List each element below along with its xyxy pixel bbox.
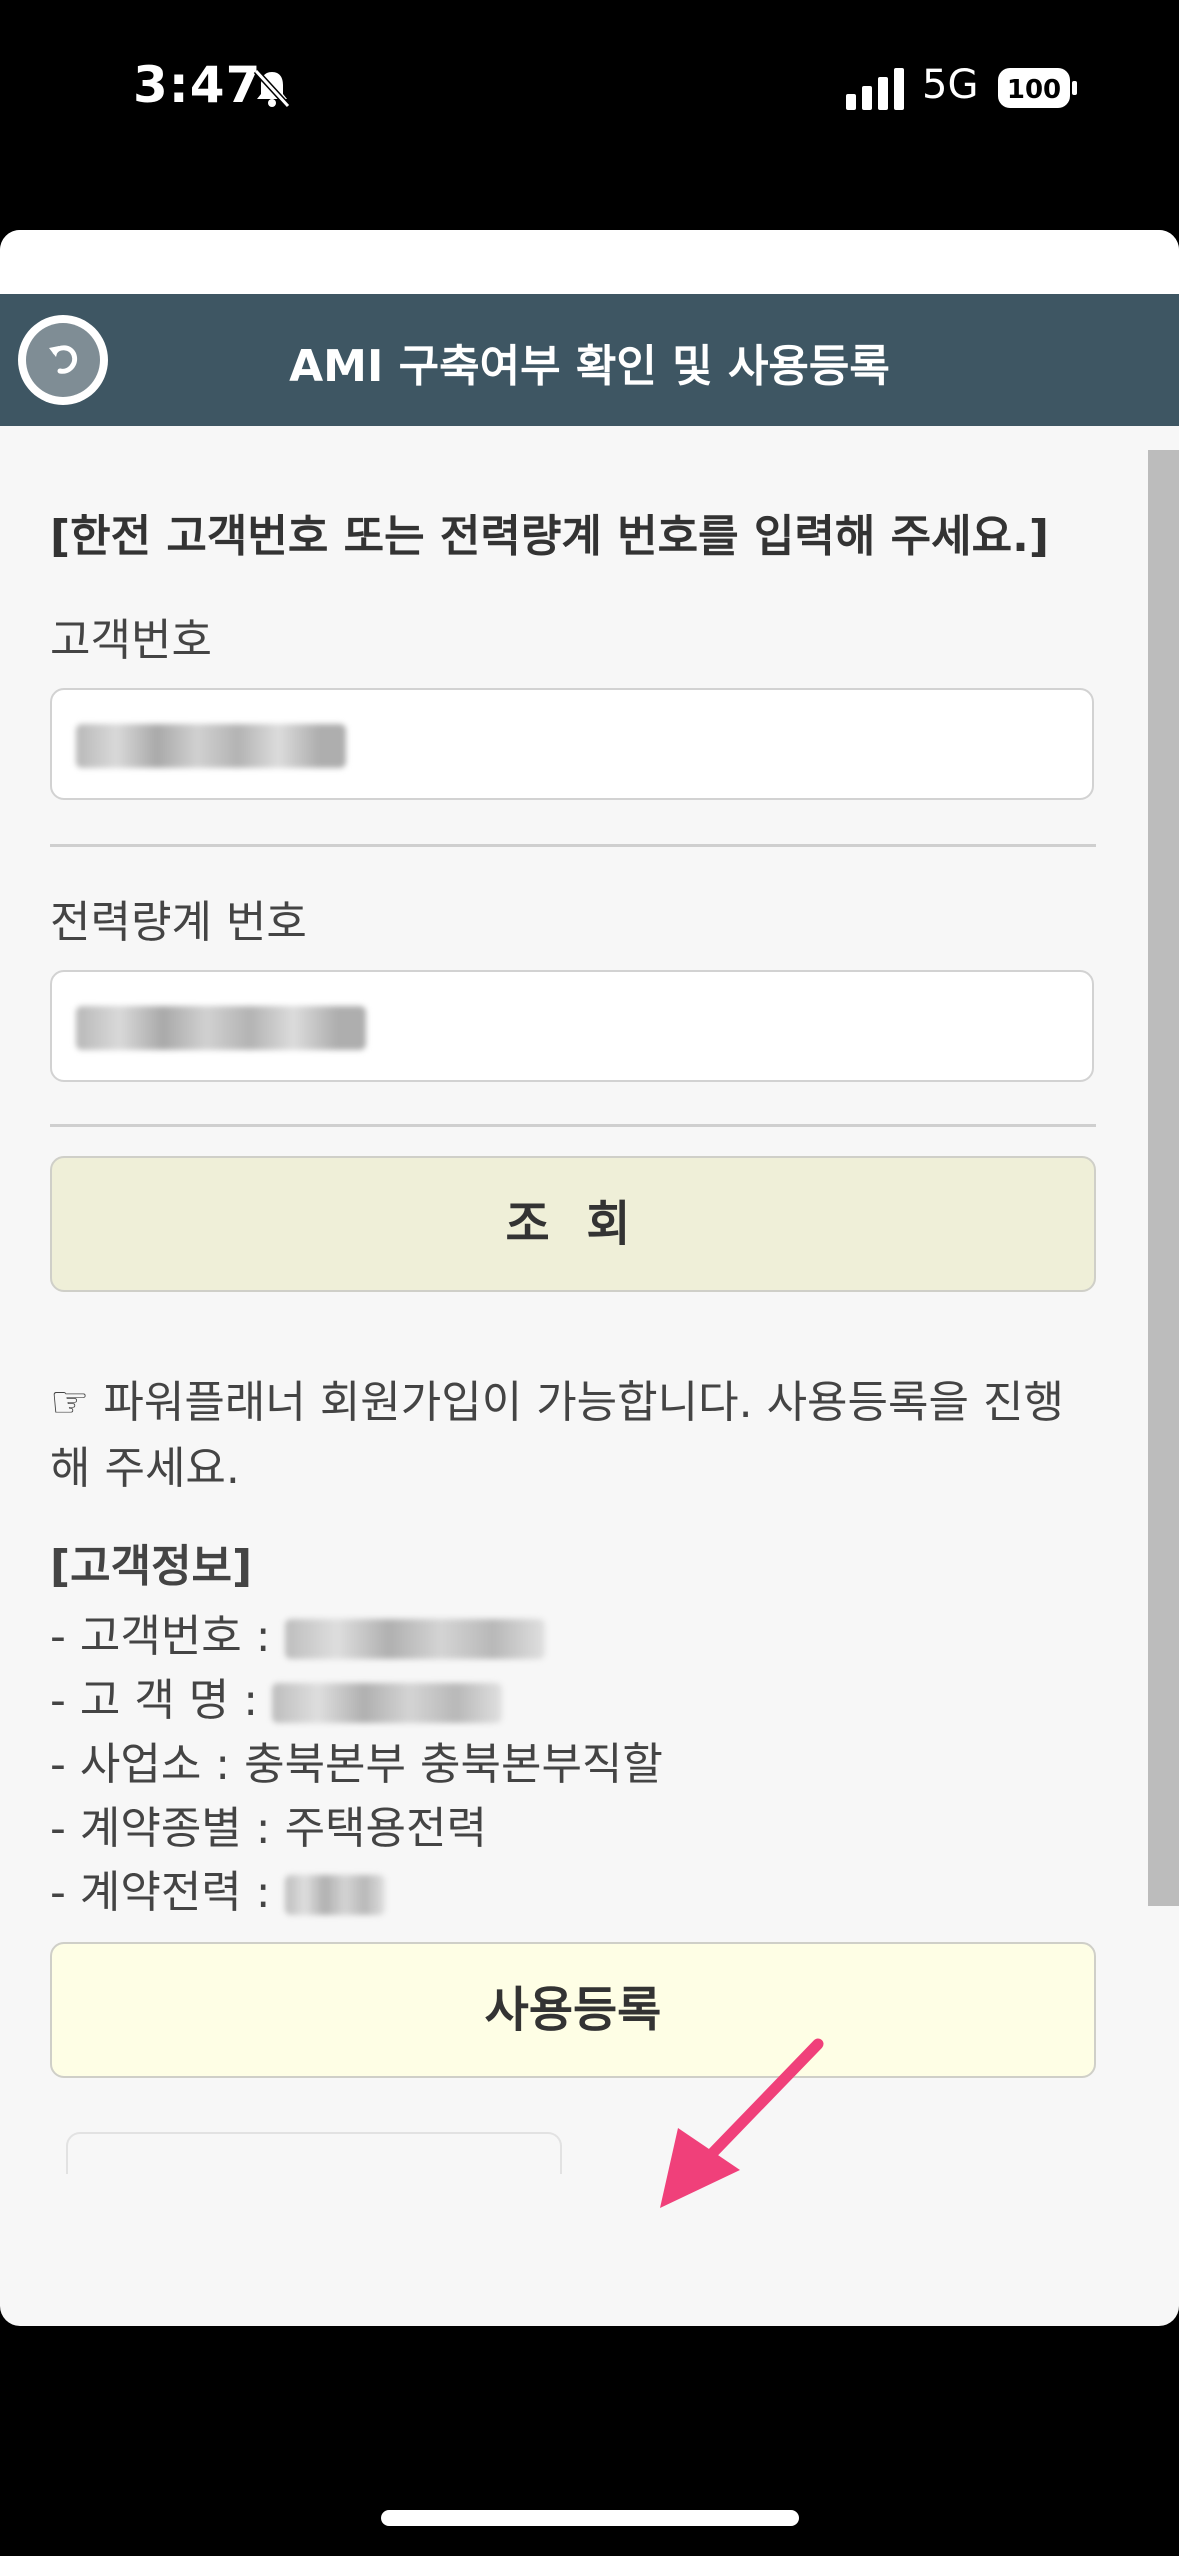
divider [50,844,1096,847]
info-label: - 고 객 명 : [50,1675,273,1726]
annotation-arrow-icon [660,2038,824,2208]
redacted-value [284,1875,385,1915]
battery-level: 100 [1007,75,1061,105]
status-time: 3:47 [133,56,262,114]
header-bar: AMI 구축여부 확인 및 사용등록 [0,294,1179,426]
register-button[interactable]: 사용등록 [50,1942,1096,2078]
page-title: AMI 구축여부 확인 및 사용등록 [289,341,890,392]
office-row: - 사업소 : 충북본부 충북본부직할 [50,1739,663,1790]
signal-icon [846,68,904,110]
modal-dialog: AMI 구축여부 확인 및 사용등록 [한전 고객번호 또는 전력량계 번호를 … [0,230,1179,2326]
customer-name-row: - 고 객 명 : [50,1664,503,1728]
instruction-text: [한전 고객번호 또는 전력량계 번호를 입력해 주세요.] [50,511,1049,562]
meter-number-label: 전력량계 번호 [50,897,307,948]
contract-power-row: - 계약전력 : [50,1856,385,1920]
redacted-value [272,1683,503,1723]
partial-element [66,2132,562,2174]
redacted-value [284,1619,545,1659]
status-bar: 3:47 5G 100 [0,0,1179,180]
info-label: - 계약전력 : [50,1867,285,1918]
network-type: 5G [922,62,979,108]
customer-number-row: - 고객번호 : [50,1600,545,1664]
divider [50,1124,1096,1127]
redacted-value [76,724,346,768]
home-indicator[interactable] [381,2510,799,2526]
battery-icon: 100 [998,68,1077,108]
search-button[interactable]: 조 회 [50,1156,1096,1292]
modal-top-bar [0,230,1179,294]
customer-number-input[interactable] [50,688,1094,800]
contract-type-row: - 계약종별 : 주택용전력 [50,1803,487,1854]
meter-number-input[interactable] [50,970,1094,1082]
redacted-value [76,1006,366,1050]
customer-number-label: 고객번호 [50,615,212,666]
info-label: - 고객번호 : [50,1611,285,1662]
customer-info-title: [고객정보] [50,1541,253,1592]
scrollbar[interactable] [1148,450,1179,1906]
notice-text: ☞ 파워플래너 회원가입이 가능합니다. 사용등록을 진행해 주세요. [50,1377,1064,1494]
silent-bell-icon [253,68,291,109]
